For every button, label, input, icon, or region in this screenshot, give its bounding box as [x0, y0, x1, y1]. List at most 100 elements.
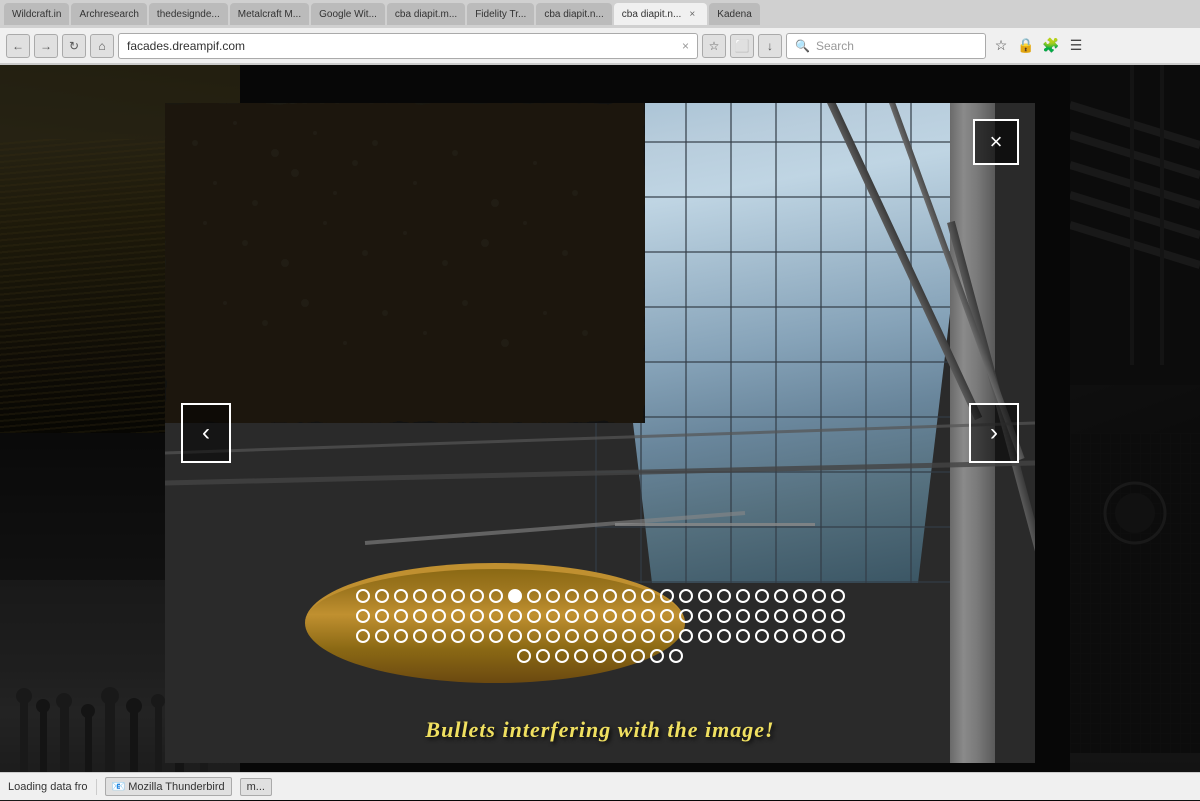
bullet-4-8[interactable] — [650, 649, 664, 663]
bullet-3-17[interactable] — [660, 629, 674, 643]
bullet-4-6[interactable] — [612, 649, 626, 663]
bullet-1-22[interactable] — [755, 589, 769, 603]
bullet-2-16[interactable] — [641, 609, 655, 623]
bullet-4-1[interactable] — [517, 649, 531, 663]
bullet-2-2[interactable] — [375, 609, 389, 623]
bullet-2-1[interactable] — [356, 609, 370, 623]
bullet-2-5[interactable] — [432, 609, 446, 623]
prev-button[interactable]: ‹ — [181, 403, 231, 463]
tab-3[interactable]: thedesignde... — [149, 3, 228, 25]
bullet-3-18[interactable] — [679, 629, 693, 643]
tab-7[interactable]: Fidelity Tr... — [467, 3, 534, 25]
bullet-3-6[interactable] — [451, 629, 465, 643]
bullet-3-10[interactable] — [527, 629, 541, 643]
forward-button[interactable]: → — [34, 34, 58, 58]
bullet-2-20[interactable] — [717, 609, 731, 623]
bullet-2-6[interactable] — [451, 609, 465, 623]
bullet-1-24[interactable] — [793, 589, 807, 603]
bullet-1-3[interactable] — [394, 589, 408, 603]
bullet-3-20[interactable] — [717, 629, 731, 643]
bullet-3-8[interactable] — [489, 629, 503, 643]
search-bar[interactable]: 🔍 Search — [786, 33, 986, 59]
bullet-1-25[interactable] — [812, 589, 826, 603]
bullet-3-22[interactable] — [755, 629, 769, 643]
bullet-1-26[interactable] — [831, 589, 845, 603]
bullet-2-23[interactable] — [774, 609, 788, 623]
bullet-2-19[interactable] — [698, 609, 712, 623]
bullet-2-3[interactable] — [394, 609, 408, 623]
bookmark-solid-icon[interactable]: ⬜ — [730, 34, 754, 58]
next-button[interactable]: › — [969, 403, 1019, 463]
bullet-3-7[interactable] — [470, 629, 484, 643]
bullet-3-26[interactable] — [831, 629, 845, 643]
bullet-1-6[interactable] — [451, 589, 465, 603]
bullet-2-22[interactable] — [755, 609, 769, 623]
bullet-3-19[interactable] — [698, 629, 712, 643]
bookmark-icon[interactable]: ☆ — [702, 34, 726, 58]
download-icon[interactable]: ↓ — [758, 34, 782, 58]
bullet-3-12[interactable] — [565, 629, 579, 643]
bullet-2-14[interactable] — [603, 609, 617, 623]
tab-2[interactable]: Archresearch — [71, 3, 146, 25]
bullet-4-3[interactable] — [555, 649, 569, 663]
bullet-1-19[interactable] — [698, 589, 712, 603]
bullet-1-23[interactable] — [774, 589, 788, 603]
bullet-2-24[interactable] — [793, 609, 807, 623]
bullet-3-11[interactable] — [546, 629, 560, 643]
bullet-4-7[interactable] — [631, 649, 645, 663]
bullet-3-13[interactable] — [584, 629, 598, 643]
bullet-1-10[interactable] — [527, 589, 541, 603]
bullet-3-9[interactable] — [508, 629, 522, 643]
bullet-2-21[interactable] — [736, 609, 750, 623]
tab-8[interactable]: cba diapit.n... — [536, 3, 611, 25]
bullet-1-8[interactable] — [489, 589, 503, 603]
close-tab-icon[interactable]: × — [685, 7, 699, 21]
address-bar[interactable]: facades.dreampif.com × — [118, 33, 698, 59]
bullet-2-4[interactable] — [413, 609, 427, 623]
bullet-1-12[interactable] — [565, 589, 579, 603]
bullet-1-11[interactable] — [546, 589, 560, 603]
bullet-3-21[interactable] — [736, 629, 750, 643]
reload-button[interactable]: ↻ — [62, 34, 86, 58]
bullet-2-9[interactable] — [508, 609, 522, 623]
bullet-4-5[interactable] — [593, 649, 607, 663]
lightbox-overlay[interactable]: Bullets interfering with the image! × ‹ … — [0, 65, 1200, 801]
bullet-3-5[interactable] — [432, 629, 446, 643]
bullet-1-13[interactable] — [584, 589, 598, 603]
puzzle-icon[interactable]: 🧩 — [1040, 35, 1062, 57]
bullet-1-2[interactable] — [375, 589, 389, 603]
bullet-3-1[interactable] — [356, 629, 370, 643]
tab-4[interactable]: Metalcraft M... — [230, 3, 309, 25]
tab-5[interactable]: Google Wit... — [311, 3, 385, 25]
tab-1[interactable]: Wildcraft.in — [4, 3, 69, 25]
shield-icon[interactable]: 🔒 — [1015, 35, 1037, 57]
home-button[interactable]: ⌂ — [90, 34, 114, 58]
taskbar-item-thunderbird[interactable]: 📧 Mozilla Thunderbird — [105, 777, 232, 796]
bullet-4-2[interactable] — [536, 649, 550, 663]
menu-icon[interactable]: ☰ — [1065, 35, 1087, 57]
taskbar-item-2[interactable]: m... — [240, 778, 272, 796]
bullet-1-15[interactable] — [622, 589, 636, 603]
bullet-1-5[interactable] — [432, 589, 446, 603]
tab-10[interactable]: Kadena — [709, 3, 759, 25]
bullet-1-4[interactable] — [413, 589, 427, 603]
bullet-4-4[interactable] — [574, 649, 588, 663]
bullet-3-15[interactable] — [622, 629, 636, 643]
bullet-1-21[interactable] — [736, 589, 750, 603]
bullet-3-23[interactable] — [774, 629, 788, 643]
bullet-2-26[interactable] — [831, 609, 845, 623]
bullet-3-4[interactable] — [413, 629, 427, 643]
bullet-3-2[interactable] — [375, 629, 389, 643]
bullet-2-10[interactable] — [527, 609, 541, 623]
bullet-2-8[interactable] — [489, 609, 503, 623]
address-close-icon[interactable]: × — [682, 39, 689, 53]
bullet-2-12[interactable] — [565, 609, 579, 623]
bullet-1-14[interactable] — [603, 589, 617, 603]
bullet-1-9[interactable] — [508, 589, 522, 603]
bullet-2-17[interactable] — [660, 609, 674, 623]
bullet-2-18[interactable] — [679, 609, 693, 623]
bullet-3-14[interactable] — [603, 629, 617, 643]
bullet-1-20[interactable] — [717, 589, 731, 603]
bullet-4-9[interactable] — [669, 649, 683, 663]
bullet-1-16[interactable] — [641, 589, 655, 603]
